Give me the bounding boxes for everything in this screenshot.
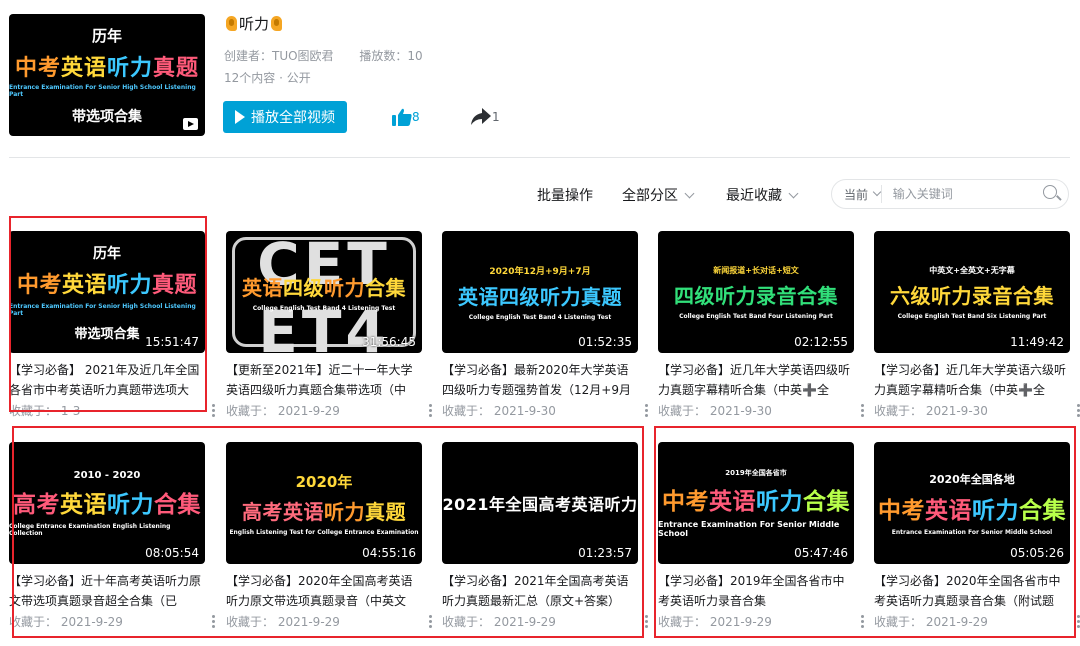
collected-date: 收藏于： 2021-9-30 — [874, 404, 988, 418]
share-arrow-icon — [471, 108, 491, 125]
highlight-box — [654, 426, 1076, 638]
video-title[interactable]: 【学习必备】近几年大学英语四级听力真题字幕精听合集（中英➕全 — [658, 360, 854, 400]
share-button[interactable]: 1 — [470, 108, 500, 126]
video-thumbnail[interactable]: 中英文+全英文+无字幕 六级听力录音合集 College English Tes… — [874, 231, 1070, 353]
ear-icon — [271, 16, 283, 31]
play-icon — [235, 110, 245, 124]
like-button[interactable]: 8 — [392, 108, 420, 126]
cover-sub-text: Entrance Examination For Senior High Sch… — [9, 83, 196, 98]
sort-dropdown[interactable]: 最近收藏 — [726, 185, 799, 205]
playlist-tv-icon — [183, 118, 198, 130]
video-title[interactable]: 【学习必备】最新2020年大学英语四级听力专题强势首发（12月+9月 — [442, 360, 638, 400]
search-scope-dropdown[interactable]: 当前 — [832, 185, 882, 203]
thumbs-up-icon — [392, 108, 412, 126]
more-options-icon[interactable] — [429, 404, 432, 417]
chevron-down-icon — [684, 188, 695, 198]
collected-date: 收藏于： 2021-9-30 — [658, 404, 772, 418]
highlight-box — [9, 216, 207, 412]
header-divider — [9, 157, 1070, 158]
more-options-icon[interactable] — [212, 404, 215, 417]
ear-icon — [226, 16, 237, 31]
video-thumbnail[interactable]: CET ET4 英语四级听力合集 College English Test Ba… — [226, 231, 422, 353]
search-input[interactable] — [881, 187, 1043, 201]
video-duration: 31:56:45 — [362, 335, 416, 349]
collected-date: 收藏于： 2021-9-30 — [442, 404, 556, 418]
video-card[interactable]: 新闻报道+长对话+短文 四级听力录音合集 College English Tes… — [658, 231, 864, 419]
video-card[interactable]: 2020年12月+9月+7月 英语四级听力真题 College English … — [442, 231, 648, 419]
video-thumbnail[interactable]: 新闻报道+长对话+短文 四级听力录音合集 College English Tes… — [658, 231, 854, 353]
partition-dropdown[interactable]: 全部分区 — [622, 185, 695, 205]
video-duration: 02:12:55 — [794, 335, 848, 349]
video-duration: 01:52:35 — [578, 335, 632, 349]
more-options-icon[interactable] — [645, 615, 648, 628]
playlist-count-visibility: 12个内容 · 公开 — [224, 71, 311, 85]
play-all-button[interactable]: 播放全部视频 — [223, 101, 347, 133]
more-options-icon[interactable] — [861, 404, 864, 417]
batch-operation-button[interactable]: 批量操作 — [537, 185, 593, 205]
playlist-creator[interactable]: 创建者：TUO图欧君 — [224, 49, 334, 63]
video-card[interactable]: CET ET4 英语四级听力合集 College English Test Ba… — [226, 231, 432, 419]
chevron-down-icon — [788, 188, 799, 198]
search-box: 当前 — [831, 179, 1069, 209]
cover-main-text: 中考英语听力真题 — [14, 55, 200, 81]
video-title[interactable]: 【学习必备】近几年大学英语六级听力真题字幕精听合集（中英➕全 — [874, 360, 1070, 400]
more-options-icon[interactable] — [645, 404, 648, 417]
video-duration: 11:49:42 — [1010, 335, 1064, 349]
video-thumbnail[interactable]: 2020年12月+9月+7月 英语四级听力真题 College English … — [442, 231, 638, 353]
playlist-meta: 创建者：TUO图欧君 播放数：10 — [224, 47, 445, 64]
cover-bottom-text: 带选项合集 — [72, 108, 142, 125]
playlist-title: 听力 — [224, 13, 284, 34]
video-title[interactable]: 【更新至2021年】近二十一年大学英语四级听力真题合集带选项（中 — [226, 360, 422, 400]
search-icon[interactable] — [1042, 185, 1058, 203]
chevron-down-icon — [872, 187, 882, 197]
cover-top-text: 历年 — [91, 26, 122, 45]
playlist-cover[interactable]: 历年 中考英语听力真题 Entrance Examination For Sen… — [9, 14, 205, 136]
highlight-box — [12, 426, 644, 638]
playlist-plays: 播放数：10 — [359, 49, 423, 63]
collected-date: 收藏于： 2021-9-29 — [226, 404, 340, 418]
video-card[interactable]: 中英文+全英文+无字幕 六级听力录音合集 College English Tes… — [874, 231, 1080, 419]
